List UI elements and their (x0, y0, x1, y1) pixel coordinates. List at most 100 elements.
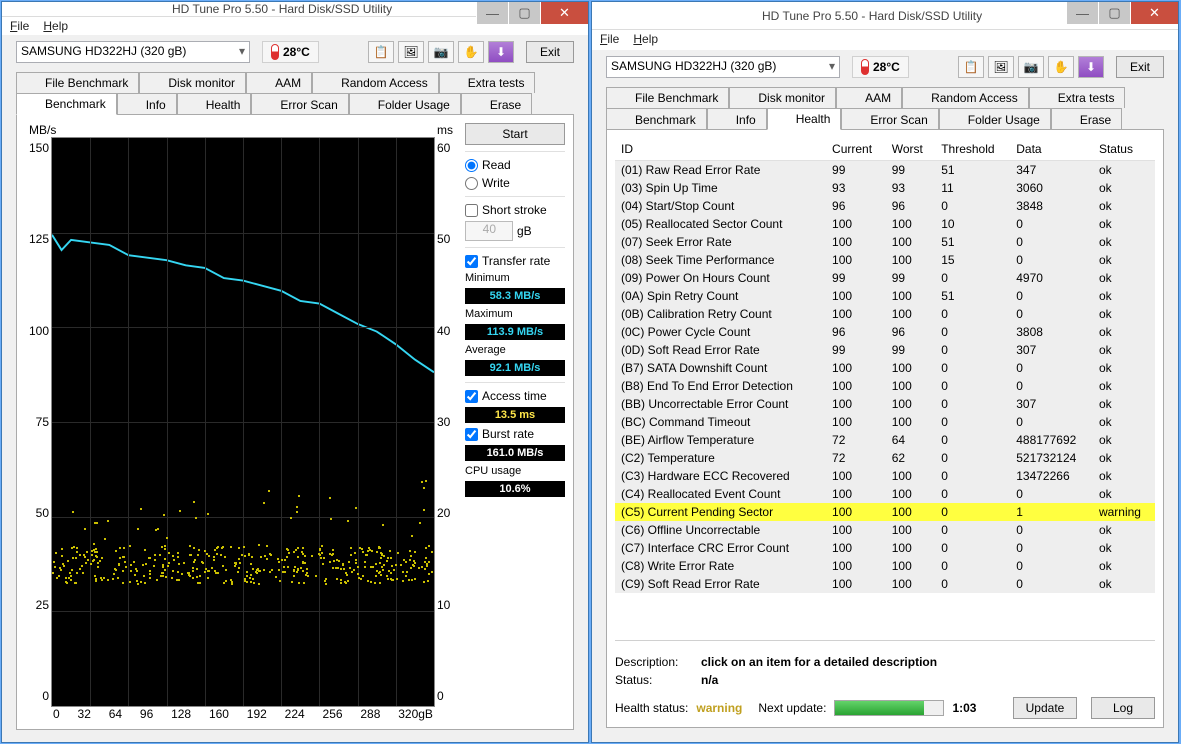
temperature-display: 28°C (852, 56, 909, 78)
table-row[interactable]: (C5) Current Pending Sector10010001warni… (615, 503, 1155, 521)
smart-table[interactable]: IDCurrentWorstThresholdDataStatus(01) Ra… (615, 138, 1155, 641)
table-row[interactable]: (C2) Temperature72620521732124ok (615, 449, 1155, 467)
minimize-button[interactable]: — (476, 2, 508, 24)
drive-select[interactable]: SAMSUNG HD322HJ (320 gB) (606, 56, 840, 78)
close-button[interactable]: ✕ (1130, 2, 1178, 24)
start-button[interactable]: Start (465, 123, 565, 145)
table-row[interactable]: (09) Power On Hours Count999904970ok (615, 269, 1155, 287)
tab-folder-usage[interactable]: Folder Usage (939, 108, 1051, 130)
titlebar[interactable]: HD Tune Pro 5.50 - Hard Disk/SSD Utility… (2, 2, 588, 17)
table-row[interactable]: (0D) Soft Read Error Rate99990307ok (615, 341, 1155, 359)
tab-error-scan[interactable]: Error Scan (841, 108, 938, 130)
yaxis-label-left: MB/s (29, 123, 56, 137)
burst-check[interactable]: Burst rate (465, 427, 565, 441)
write-radio[interactable]: Write (465, 176, 565, 190)
copy-text-button[interactable]: 📋 (368, 41, 394, 63)
cpu-value: 10.6% (465, 481, 565, 497)
window-title: HD Tune Pro 5.50 - Hard Disk/SSD Utility (172, 2, 392, 16)
titlebar[interactable]: HD Tune Pro 5.50 - Hard Disk/SSD Utility… (592, 2, 1178, 30)
tab-disk-monitor[interactable]: Disk monitor (139, 72, 246, 93)
options-button[interactable]: ✋ (458, 41, 484, 63)
transfer-check[interactable]: Transfer rate (465, 254, 565, 268)
menu-file[interactable]: File (600, 32, 619, 48)
burst-value: 161.0 MB/s (465, 445, 565, 461)
table-row[interactable]: (C4) Reallocated Event Count10010000ok (615, 485, 1155, 503)
menu-help[interactable]: Help (43, 19, 68, 33)
max-value: 113.9 MB/s (465, 324, 565, 340)
tab-benchmark[interactable]: Benchmark (16, 93, 117, 115)
tab-benchmark[interactable]: Benchmark (606, 108, 707, 130)
tab-info[interactable]: Info (707, 108, 767, 130)
avg-value: 92.1 MB/s (465, 360, 565, 376)
tab-aam[interactable]: AAM (836, 87, 902, 108)
thermometer-icon (271, 44, 279, 60)
table-row[interactable]: (04) Start/Stop Count969603848ok (615, 197, 1155, 215)
tab-info[interactable]: Info (117, 93, 177, 115)
menu-file[interactable]: File (10, 19, 29, 33)
log-button[interactable]: Log (1091, 697, 1155, 719)
table-row[interactable]: (C9) Soft Read Error Rate10010000ok (615, 575, 1155, 593)
tab-folder-usage[interactable]: Folder Usage (349, 93, 461, 115)
copy-image-button[interactable]: 🖼 (398, 41, 424, 63)
save-button[interactable]: ⬇ (488, 41, 514, 63)
exit-button[interactable]: Exit (526, 41, 574, 63)
table-row[interactable]: (B8) End To End Error Detection10010000o… (615, 377, 1155, 395)
table-row[interactable]: (BC) Command Timeout10010000ok (615, 413, 1155, 431)
table-row[interactable]: (C6) Offline Uncorrectable10010000ok (615, 521, 1155, 539)
read-radio[interactable]: Read (465, 158, 565, 172)
tab-aam[interactable]: AAM (246, 72, 312, 93)
copy-image-button[interactable]: 🖼 (988, 56, 1014, 78)
health-status-value: warning (696, 701, 742, 715)
tab-file-benchmark[interactable]: File Benchmark (16, 72, 139, 93)
menubar: File Help (592, 30, 1178, 50)
exit-button[interactable]: Exit (1116, 56, 1164, 78)
table-row[interactable]: (03) Spin Up Time9393113060ok (615, 179, 1155, 197)
tab-health[interactable]: Health (767, 108, 842, 130)
copy-text-button[interactable]: 📋 (958, 56, 984, 78)
tab-disk-monitor[interactable]: Disk monitor (729, 87, 836, 108)
maximize-button[interactable]: ▢ (1098, 2, 1130, 24)
tab-extra-tests[interactable]: Extra tests (1029, 87, 1126, 108)
maximize-button[interactable]: ▢ (508, 2, 540, 24)
tab-erase[interactable]: Erase (461, 93, 532, 115)
table-row[interactable]: (08) Seek Time Performance100100150ok (615, 251, 1155, 269)
tab-random-access[interactable]: Random Access (902, 87, 1029, 108)
table-row[interactable]: (07) Seek Error Rate100100510ok (615, 233, 1155, 251)
tab-erase[interactable]: Erase (1051, 108, 1122, 130)
table-row[interactable]: (0C) Power Cycle Count969603808ok (615, 323, 1155, 341)
health-content: IDCurrentWorstThresholdDataStatus(01) Ra… (606, 129, 1164, 728)
access-check[interactable]: Access time (465, 389, 565, 403)
tab-health[interactable]: Health (177, 93, 252, 115)
table-row[interactable]: (BB) Uncorrectable Error Count1001000307… (615, 395, 1155, 413)
window-title: HD Tune Pro 5.50 - Hard Disk/SSD Utility (762, 9, 982, 23)
stroke-gb-input: 40 (465, 221, 513, 241)
minimize-button[interactable]: — (1066, 2, 1098, 24)
tab-extra-tests[interactable]: Extra tests (439, 72, 536, 93)
update-button[interactable]: Update (1013, 697, 1077, 719)
table-row[interactable]: (0A) Spin Retry Count100100510ok (615, 287, 1155, 305)
tab-random-access[interactable]: Random Access (312, 72, 439, 93)
menu-help[interactable]: Help (633, 32, 658, 48)
table-row[interactable]: (BE) Airflow Temperature72640488177692ok (615, 431, 1155, 449)
close-button[interactable]: ✕ (540, 2, 588, 24)
temperature-display: 28°C (262, 41, 319, 63)
table-row[interactable]: (C3) Hardware ECC Recovered1001000134722… (615, 467, 1155, 485)
screenshot-button[interactable]: 📷 (428, 41, 454, 63)
options-button[interactable]: ✋ (1048, 56, 1074, 78)
description-text: click on an item for a detailed descript… (701, 655, 937, 669)
screenshot-button[interactable]: 📷 (1018, 56, 1044, 78)
drive-select[interactable]: SAMSUNG HD322HJ (320 gB) (16, 41, 250, 63)
tab-file-benchmark[interactable]: File Benchmark (606, 87, 729, 108)
tabs: File BenchmarkDisk monitorAAMRandom Acce… (2, 69, 588, 114)
table-row[interactable]: (C8) Write Error Rate10010000ok (615, 557, 1155, 575)
short-stroke-check[interactable]: Short stroke (465, 203, 565, 217)
tab-error-scan[interactable]: Error Scan (251, 93, 348, 115)
table-row[interactable]: (05) Reallocated Sector Count100100100ok (615, 215, 1155, 233)
tabs: File BenchmarkDisk monitorAAMRandom Acce… (592, 84, 1178, 129)
table-row[interactable]: (C7) Interface CRC Error Count10010000ok (615, 539, 1155, 557)
table-row[interactable]: (B7) SATA Downshift Count10010000ok (615, 359, 1155, 377)
save-button[interactable]: ⬇ (1078, 56, 1104, 78)
table-row[interactable]: (0B) Calibration Retry Count10010000ok (615, 305, 1155, 323)
update-progress (834, 700, 944, 716)
table-row[interactable]: (01) Raw Read Error Rate999951347ok (615, 161, 1155, 180)
